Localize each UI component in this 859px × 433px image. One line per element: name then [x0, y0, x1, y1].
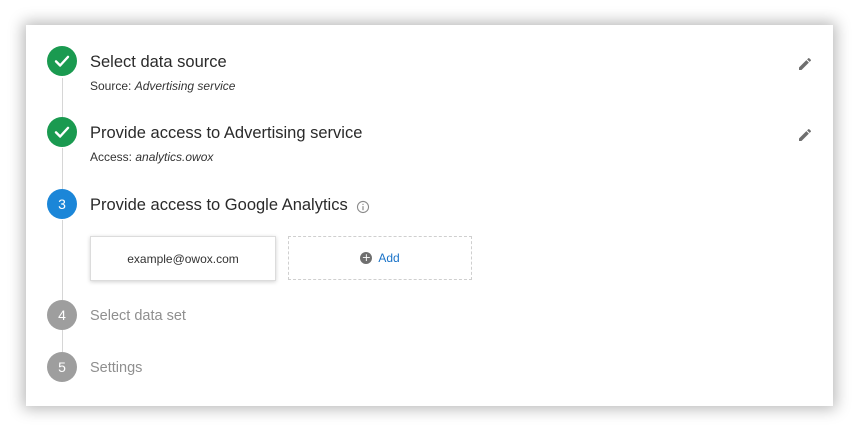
step-2-summary-value: analytics.owox — [135, 150, 214, 164]
stepper-rail — [62, 220, 63, 300]
step-2-summary-label: Access: — [90, 150, 133, 164]
add-account-label: Add — [378, 251, 400, 265]
stepper-rail — [62, 148, 63, 190]
account-card[interactable]: example@owox.com — [90, 236, 276, 281]
step-1-status — [47, 46, 77, 76]
step-5-number: 5 — [47, 352, 77, 382]
step-1-summary: Source: Advertising service — [90, 79, 235, 93]
info-icon[interactable] — [356, 200, 370, 214]
step-1-summary-label: Source: — [90, 79, 132, 93]
step-2-status — [47, 117, 77, 147]
step-5-title[interactable]: Settings — [90, 360, 142, 376]
edit-step-1-pencil-icon[interactable] — [797, 56, 813, 72]
step-3-title[interactable]: Provide access to Google Analytics — [90, 196, 348, 215]
step-1-summary-value: Advertising service — [134, 79, 236, 93]
edit-step-2-pencil-icon[interactable] — [797, 127, 813, 143]
step-2-summary: Access: analytics.owox — [90, 150, 213, 164]
step-3-number: 3 — [47, 189, 77, 219]
add-circle-icon: + — [360, 251, 373, 264]
add-account-button[interactable]: + Add — [288, 236, 472, 280]
check-icon — [54, 55, 70, 67]
check-icon — [54, 126, 70, 138]
step-4-number: 4 — [47, 300, 77, 330]
stepper-rail — [62, 330, 63, 352]
step-1-title[interactable]: Select data source — [90, 53, 227, 72]
step-4-title[interactable]: Select data set — [90, 308, 186, 324]
stepper-rail — [62, 78, 63, 118]
step-2-title[interactable]: Provide access to Advertising service — [90, 124, 362, 143]
